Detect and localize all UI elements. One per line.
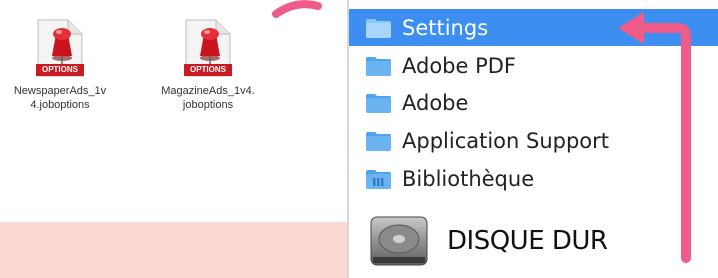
disk-label: DISQUE DUR bbox=[447, 226, 608, 256]
file-name-line2: 4.joboptions bbox=[30, 99, 90, 111]
finder-item-bibliotheque[interactable]: Bibliothèque bbox=[349, 160, 718, 197]
disk-item[interactable]: DISQUE DUR bbox=[349, 208, 718, 274]
joboptions-file-icon: OPTIONS bbox=[180, 16, 236, 80]
finder-item-settings[interactable]: Settings bbox=[349, 9, 718, 46]
finder-item-label: Application Support bbox=[402, 128, 610, 153]
finder-item-application-support[interactable]: Application Support bbox=[349, 122, 718, 159]
options-badge: OPTIONS bbox=[41, 65, 78, 74]
options-badge: OPTIONS bbox=[189, 65, 226, 74]
folder-icon bbox=[366, 93, 391, 113]
file-label: MagazineAds_1v4. joboptions bbox=[148, 84, 268, 112]
highlight-band bbox=[0, 222, 350, 278]
finder-item-label: Settings bbox=[402, 15, 489, 40]
curved-arrow-top bbox=[272, 0, 322, 18]
finder-item-label: Bibliothèque bbox=[402, 166, 535, 191]
folder-icon bbox=[366, 131, 391, 151]
file-label: NewspaperAds_1v 4.joboptions bbox=[0, 84, 120, 112]
file-magazineads[interactable]: OPTIONS MagazineAds_1v4. joboptions bbox=[148, 16, 268, 112]
library-folder-icon bbox=[366, 169, 391, 189]
folder-icon bbox=[366, 18, 391, 38]
finder-item-adobe-pdf[interactable]: Adobe PDF bbox=[349, 47, 718, 84]
finder-item-adobe[interactable]: Adobe bbox=[349, 84, 718, 121]
hard-disk-icon bbox=[370, 216, 428, 266]
file-newspaperads[interactable]: OPTIONS NewspaperAds_1v 4.joboptions bbox=[0, 16, 120, 112]
file-name-line1: NewspaperAds_1v bbox=[13, 85, 107, 97]
file-name-line1: MagazineAds_1v4. bbox=[161, 85, 255, 97]
finder-item-label: Adobe bbox=[402, 90, 469, 115]
folder-icon bbox=[366, 56, 391, 76]
file-name-line2: joboptions bbox=[182, 99, 234, 111]
finder-column: Settings Adobe PDF Adobe Application Sup… bbox=[347, 0, 718, 278]
finder-item-label: Adobe PDF bbox=[402, 53, 517, 78]
joboptions-file-icon: OPTIONS bbox=[32, 16, 88, 80]
